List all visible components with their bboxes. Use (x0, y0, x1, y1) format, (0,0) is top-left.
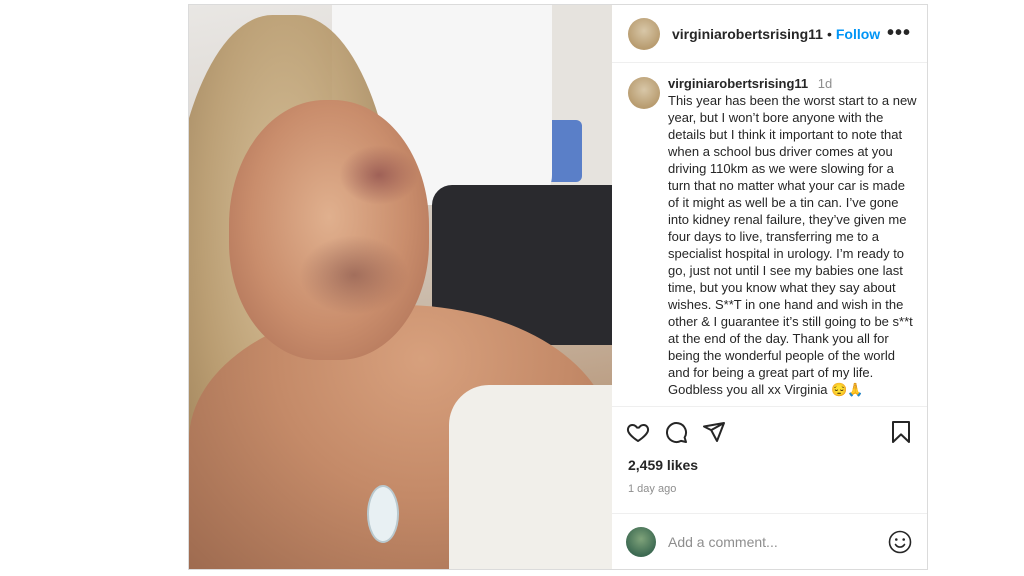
white-top (449, 385, 612, 569)
heart-icon[interactable] (624, 418, 652, 446)
comment-bar: Add a comment... (612, 513, 927, 569)
face (229, 100, 429, 360)
emoji-icon[interactable] (887, 529, 913, 555)
post-header: virginiarobertsrising11 • Follow ••• (612, 5, 927, 63)
likes-count[interactable]: 2,459 likes (612, 457, 927, 477)
username-link[interactable]: virginiarobertsrising11 (672, 26, 823, 42)
avatar[interactable] (628, 17, 660, 50)
bruise (339, 145, 419, 205)
caption: virginiarobertsrising11 1d This year has… (668, 75, 918, 406)
caption-section: virginiarobertsrising11 1d This year has… (612, 63, 927, 407)
caption-timestamp[interactable]: 1d (818, 76, 832, 91)
caption-text: This year has been the worst start to a … (668, 93, 917, 397)
comment-input[interactable]: Add a comment... (668, 534, 887, 550)
action-bar (612, 407, 927, 457)
post-photo[interactable] (189, 5, 612, 569)
post-timestamp[interactable]: 1 day ago (612, 477, 927, 513)
follow-button[interactable]: Follow (836, 26, 880, 42)
instagram-post: virginiarobertsrising11 • Follow ••• vir… (188, 4, 928, 570)
ecg-electrode (367, 485, 399, 543)
post-sidebar: virginiarobertsrising11 • Follow ••• vir… (612, 5, 927, 569)
more-options-icon[interactable]: ••• (887, 22, 911, 45)
avatar (626, 526, 656, 557)
comment-icon[interactable] (662, 418, 690, 446)
bruise (299, 235, 409, 315)
separator-dot: • (826, 25, 832, 42)
caption-username-link[interactable]: virginiarobertsrising11 (668, 76, 808, 91)
bookmark-icon[interactable] (887, 418, 915, 446)
share-icon[interactable] (700, 418, 728, 446)
avatar[interactable] (628, 77, 660, 109)
